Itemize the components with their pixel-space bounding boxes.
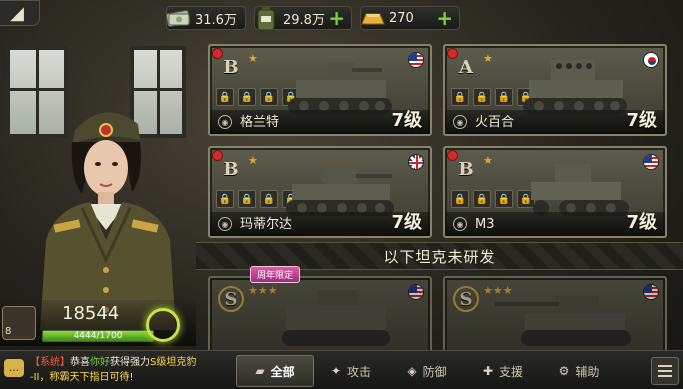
cash-resource: 31.6万 — [163, 3, 246, 33]
shield-icon: ◈ — [407, 364, 417, 378]
tab-attack[interactable]: ✦ 攻击 — [312, 355, 390, 387]
experience-text: 4444/1700 — [73, 331, 123, 341]
name-bar: ◉ 玛蒂尔达 7级 — [210, 212, 430, 236]
tab-label: 支援 — [499, 364, 524, 379]
star-rating: ★ — [248, 52, 258, 65]
system-chat-message[interactable]: 【系统】恭喜你好获得强力S级坦克豹 -II，称霸天下指日可待! — [30, 355, 230, 385]
lock-icon: 🔒 — [451, 190, 469, 208]
upgrade-ring-button[interactable] — [146, 308, 180, 342]
star-rating: ★ — [248, 154, 258, 167]
lock-icon: 🔒 — [238, 88, 256, 106]
back-button[interactable]: ◢ — [0, 0, 40, 26]
tank-card-3[interactable]: B ★ 🔒 🔒 🔒 🔒 ◉ 玛蒂尔达 7级 — [208, 146, 432, 238]
tank-level: 7级 — [391, 212, 422, 233]
tab-label: 全部 — [270, 364, 295, 379]
chat-icon[interactable]: … — [4, 359, 24, 377]
cash-value: 31.6万 — [195, 12, 237, 28]
rank-badge: B — [458, 158, 474, 180]
tab-label: 攻击 — [347, 364, 372, 379]
add-fuel-button[interactable]: + — [328, 8, 345, 28]
chat-text-tail: -II，称霸天下指日可待! — [30, 372, 134, 383]
name-bar: ◉ 格兰特 7级 — [210, 110, 430, 134]
anniversary-badge: 周年限定 — [250, 266, 301, 283]
tank-level: 7级 — [626, 212, 657, 233]
back-arrow-icon: ◢ — [10, 2, 24, 24]
lock-icon: 🔒 — [473, 190, 491, 208]
tank-name: M3 — [475, 217, 495, 232]
tank-name: 玛蒂尔达 — [240, 217, 293, 232]
gold-bar-icon — [357, 3, 387, 33]
combat-power-value: 18544 — [62, 303, 120, 324]
tank-card-4[interactable]: B ★ 🔒 🔒 🔒 🔒 ◉ M3 7级 — [443, 146, 667, 238]
menu-line — [658, 370, 672, 372]
tab-support[interactable]: ✚ 支援 — [464, 355, 542, 387]
support-icon: ✚ — [482, 364, 494, 378]
us-flag-icon — [643, 154, 659, 170]
tank-name: 格兰特 — [240, 115, 280, 130]
tank-level: 7级 — [391, 110, 422, 131]
tab-all[interactable]: ▰ 全部 — [236, 355, 314, 387]
eye-icon[interactable]: ◉ — [453, 217, 467, 231]
tab-label: 辅助 — [575, 364, 600, 379]
chat-text-mid: 获得强力 — [110, 357, 150, 368]
tank-card-1[interactable]: B ★ 🔒 🔒 🔒 🔒 ◉ 格兰特 7级 — [208, 44, 432, 136]
tank-image — [495, 296, 631, 346]
tab-defense[interactable]: ◈ 防御 — [388, 355, 466, 387]
chat-item: S级坦克豹 — [150, 357, 197, 368]
medal-level: 8 — [5, 326, 12, 337]
chat-tag: 【系统】 — [30, 357, 70, 368]
gold-value: 270 — [389, 10, 414, 26]
rank-badge: S — [453, 286, 479, 312]
chat-player: 你好 — [90, 357, 110, 368]
officer-portrait — [40, 112, 176, 330]
lock-icon: 🔒 — [238, 190, 256, 208]
tank-image — [282, 290, 390, 346]
attack-icon: ✦ — [330, 364, 342, 378]
commander-medal-icon[interactable]: 8 — [2, 306, 36, 340]
add-gold-button[interactable]: + — [436, 8, 453, 28]
section-title: 以下坦克未研发 — [383, 247, 496, 266]
gold-resource: 270 + — [360, 6, 460, 30]
tab-auxiliary[interactable]: ⚙ 辅助 — [540, 355, 618, 387]
rank-badge: B — [223, 158, 239, 180]
lock-icon: 🔒 — [473, 88, 491, 106]
gb-flag-icon — [408, 154, 424, 170]
bottom-bar: … 【系统】恭喜你好获得强力S级坦克豹 -II，称霸天下指日可待! ▰ 全部 ✦ … — [0, 350, 683, 389]
rank-badge: S — [218, 286, 244, 312]
menu-button[interactable] — [651, 357, 679, 385]
tank-level: 7级 — [626, 110, 657, 131]
fuel-value: 29.8万 — [283, 12, 325, 28]
fuel-resource: 29.8万 + — [251, 3, 352, 33]
tank-icon: ▰ — [255, 364, 265, 378]
lock-icon: 🔒 — [216, 88, 234, 106]
tank-card-2[interactable]: A ★ 🔒 🔒 🔒 🔒 ◉ 火百合 7级 — [443, 44, 667, 136]
tank-name: 火百合 — [475, 115, 515, 130]
lock-icon: 🔒 — [451, 88, 469, 106]
cash-icon — [163, 3, 193, 33]
eye-icon[interactable]: ◉ — [218, 115, 232, 129]
name-bar: ◉ 火百合 7级 — [445, 110, 665, 134]
menu-line — [658, 375, 672, 377]
fuel-can-icon — [251, 3, 281, 33]
menu-line — [658, 365, 672, 367]
star-rating: ★ — [483, 52, 493, 65]
us-flag-icon — [408, 284, 424, 300]
experience-bar: 4444/1700 — [42, 330, 154, 342]
eye-icon[interactable]: ◉ — [218, 217, 232, 231]
us-flag-icon — [643, 284, 659, 300]
us-flag-icon — [408, 52, 424, 68]
star-rating: ★ — [483, 154, 493, 167]
tab-label: 防御 — [422, 364, 447, 379]
name-bar: ◉ M3 7级 — [445, 212, 665, 236]
rank-badge: A — [459, 56, 473, 78]
chat-text-pre: 恭喜 — [70, 357, 90, 368]
lock-icon: 🔒 — [216, 190, 234, 208]
eye-icon[interactable]: ◉ — [453, 115, 467, 129]
rank-badge: B — [223, 56, 239, 78]
top-bar: ◢ 31.6万 29.8万 + 270 + — [0, 0, 683, 36]
wrench-icon: ⚙ — [558, 364, 570, 378]
kr-flag-icon — [643, 52, 659, 68]
